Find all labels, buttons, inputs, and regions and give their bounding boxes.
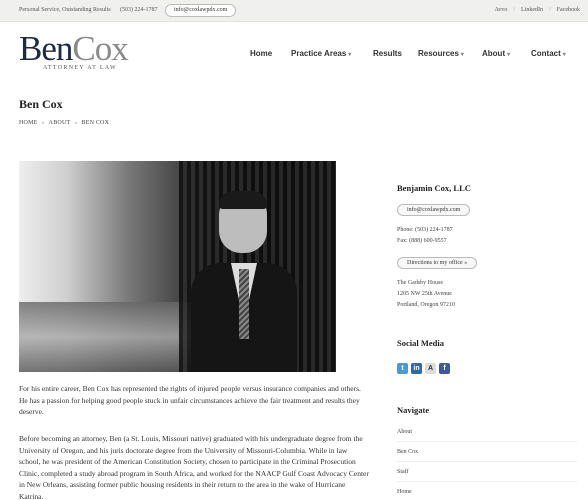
top-social-links: Avvo / LinkedIn / Facebook — [494, 7, 580, 13]
address-line-3: Portland, Oregon 97210 — [397, 302, 455, 308]
nav-practice-areas[interactable]: Practice Areas ▾ — [291, 49, 351, 58]
bio-paragraph-1: For his entire career, Ben Cox has repre… — [19, 384, 361, 416]
breadcrumb: HOME» ABOUT» BEN COX — [19, 120, 109, 126]
social-icons: t in A f — [397, 363, 450, 374]
avvo-icon[interactable]: A — [425, 363, 436, 374]
navigate-list: About Ben Cox Staff Home — [397, 422, 577, 500]
address-line-2: 1205 NW 25th Avenue — [397, 291, 452, 297]
photo-person — [191, 191, 297, 372]
navigate-item-ben-cox[interactable]: Ben Cox — [397, 442, 577, 462]
breadcrumb-about[interactable]: ABOUT — [49, 120, 71, 126]
avvo-link[interactable]: Avvo — [494, 7, 507, 13]
nav-results[interactable]: Results — [373, 49, 402, 58]
sidebar-fax: Fax: (888) 600-9557 — [397, 238, 447, 244]
firm-name: Benjamin Cox, LLC — [397, 183, 471, 193]
address-line-1: The Gadsby House — [397, 280, 443, 286]
nav-resources[interactable]: Resources ▾ — [418, 49, 464, 58]
nav-home-label: Home — [250, 49, 273, 58]
top-phone[interactable]: (503) 224-1787 — [120, 7, 158, 13]
logo-subtitle: ATTORNEY AT LAW — [43, 65, 117, 71]
tagline: Personal Service, Outstanding Results — [19, 7, 111, 13]
top-bar: Personal Service, Outstanding Results (5… — [0, 0, 588, 22]
chevron-down-icon: ▾ — [460, 52, 464, 58]
separator: / — [513, 7, 515, 13]
nav-about-label: About — [482, 49, 506, 58]
linkedin-icon[interactable]: in — [411, 363, 422, 374]
nav-about[interactable]: About ▾ — [482, 49, 510, 58]
sidebar-email-button[interactable]: info@coxlawpdx.com — [397, 204, 471, 216]
linkedin-link[interactable]: LinkedIn — [521, 7, 543, 13]
breadcrumb-separator: » — [41, 120, 45, 126]
photo-tie — [239, 269, 249, 339]
facebook-icon[interactable]: f — [439, 363, 450, 374]
navigate-item-home[interactable]: Home — [397, 482, 577, 500]
breadcrumb-home[interactable]: HOME — [19, 120, 37, 126]
directions-button[interactable]: Directions to my office » — [397, 257, 478, 269]
attorney-photo — [19, 161, 336, 372]
nav-contact-label: Contact — [531, 49, 561, 58]
logo-cox: Cox — [72, 29, 128, 68]
navigate-item-staff[interactable]: Staff — [397, 462, 577, 482]
breadcrumb-separator: » — [74, 120, 78, 126]
separator: / — [549, 7, 551, 13]
page-title: Ben Cox — [19, 97, 63, 111]
navigate-item-about[interactable]: About — [397, 422, 577, 442]
breadcrumb-current: BEN COX — [81, 120, 110, 126]
sidebar-phone: Phone: (503) 224-1787 — [397, 227, 453, 233]
logo[interactable]: BenCox ATTORNEY AT LAW — [19, 29, 129, 71]
photo-hair — [219, 191, 267, 209]
social-media-heading: Social Media — [397, 338, 444, 348]
nav-contact[interactable]: Contact ▾ — [531, 49, 566, 58]
nav-resources-label: Resources — [418, 49, 459, 58]
top-email-button[interactable]: info@coxlawpdx.com — [165, 4, 237, 17]
navigate-heading: Navigate — [397, 405, 430, 415]
nav-practice-areas-label: Practice Areas — [291, 49, 347, 58]
chevron-down-icon: ▾ — [507, 52, 511, 58]
logo-ben: Ben — [19, 29, 73, 68]
nav-home[interactable]: Home — [250, 49, 272, 58]
facebook-link[interactable]: Facebook — [557, 7, 580, 13]
chevron-down-icon: ▾ — [562, 52, 566, 58]
bio-paragraph-2: Before becoming an attorney, Ben (a St. … — [19, 434, 369, 500]
nav-results-label: Results — [373, 49, 402, 58]
chevron-down-icon: ▾ — [348, 52, 352, 58]
twitter-icon[interactable]: t — [397, 363, 408, 374]
